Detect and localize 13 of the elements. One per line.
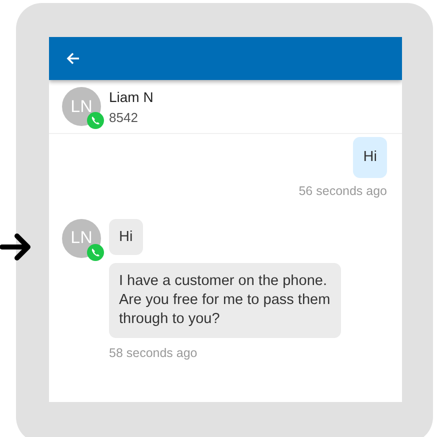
pointer-arrow-icon — [0, 232, 32, 262]
message-time: 56 seconds ago — [298, 182, 387, 200]
avatar: LN — [62, 218, 101, 258]
message-bubble: Hi — [353, 137, 387, 178]
phone-status-icon — [87, 112, 104, 129]
contact-number: 8542 — [109, 109, 139, 127]
message-time: 58 seconds ago — [109, 344, 198, 362]
message-bubble: I have a customer on the phone. Are you free for me to pass them through to you? — [109, 263, 341, 338]
avatar: LN — [62, 87, 101, 126]
contact-name: Liam N — [109, 88, 154, 107]
back-icon[interactable] — [66, 52, 80, 65]
message-bubble: Hi — [109, 218, 143, 256]
phone-status-icon — [87, 244, 104, 261]
